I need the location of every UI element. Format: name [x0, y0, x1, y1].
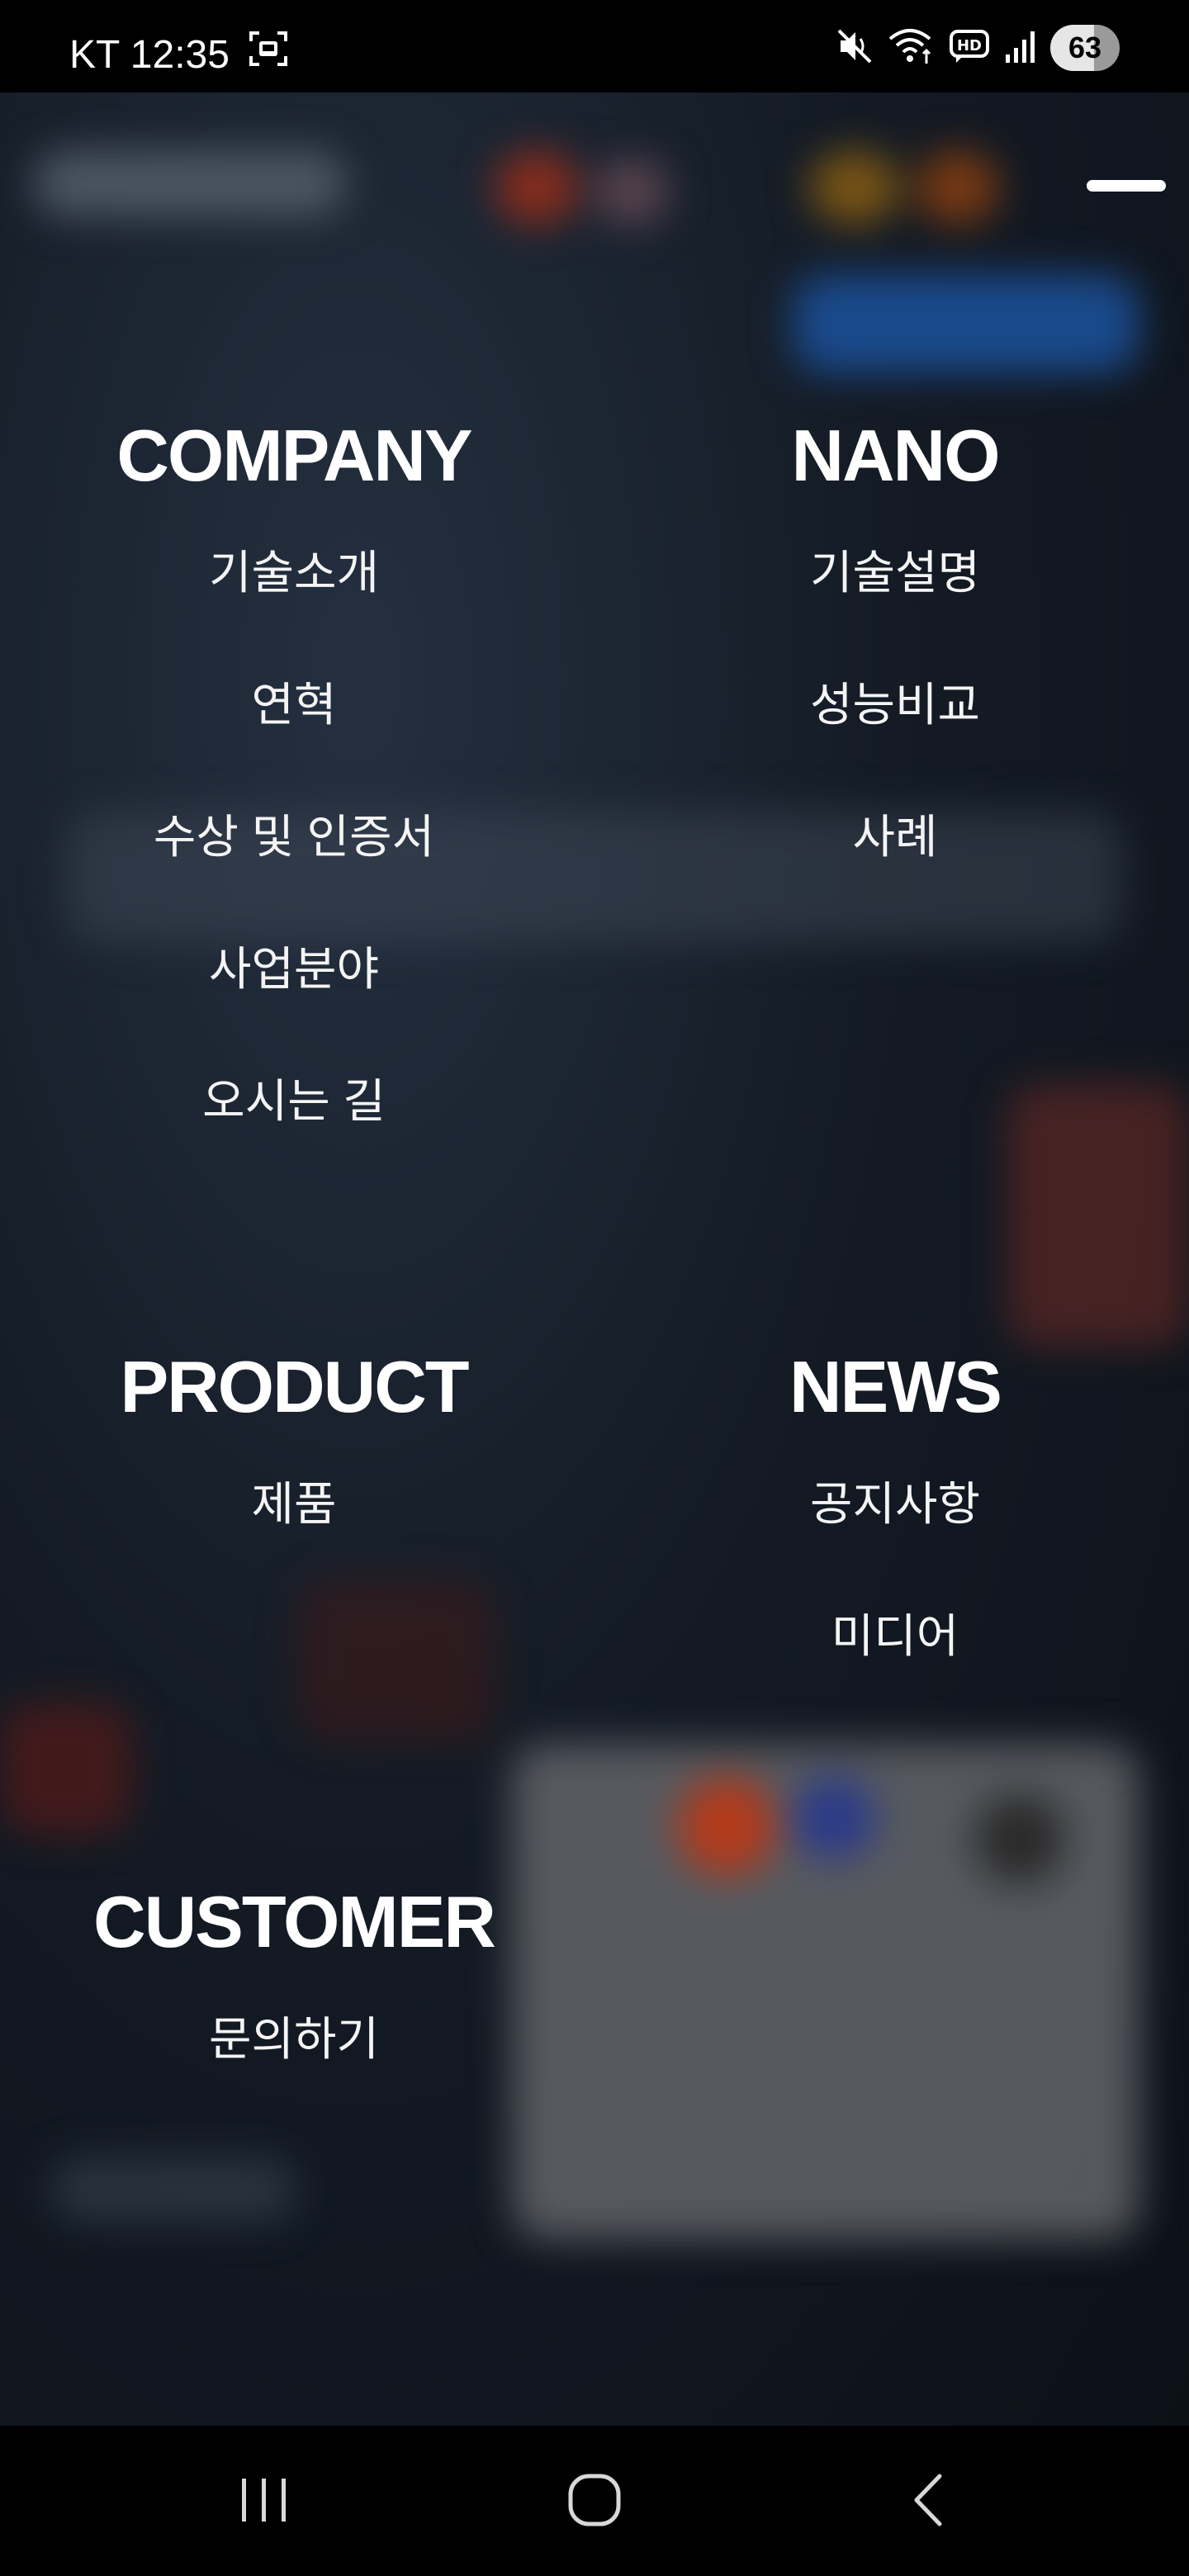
- menu-section-product: PRODUCT 제품: [46, 1346, 542, 1608]
- menu-item[interactable]: 미디어: [647, 1608, 1143, 1740]
- section-title[interactable]: COMPANY: [46, 414, 542, 497]
- menu-section-news: NEWS 공지사항 미디어: [647, 1346, 1143, 1740]
- signal-icon: [1004, 28, 1037, 69]
- menu-section-customer: CUSTOMER 문의하기: [46, 1881, 542, 2143]
- menu-list: 기술소개 연혁 수상 및 인증서 사업분야 오시는 길: [46, 545, 542, 1205]
- navigation-bar: [0, 2426, 1189, 2576]
- menu-item[interactable]: 공지사항: [647, 1476, 1143, 1608]
- menu-list: 문의하기: [46, 2011, 542, 2143]
- recent-apps-icon[interactable]: [223, 2467, 306, 2533]
- menu-item[interactable]: 수상 및 인증서: [46, 809, 542, 941]
- status-left: KT 12:35: [69, 30, 289, 80]
- section-title[interactable]: PRODUCT: [46, 1346, 542, 1428]
- back-icon[interactable]: [888, 2467, 971, 2533]
- menu-item[interactable]: 문의하기: [46, 2011, 542, 2143]
- menu-list: 기술설명 성능비교 사례: [647, 545, 1143, 941]
- home-icon[interactable]: [553, 2467, 636, 2533]
- menu-close-icon[interactable]: [1087, 180, 1166, 192]
- section-title[interactable]: NANO: [647, 414, 1143, 497]
- battery-icon: 63: [1050, 25, 1120, 71]
- svg-text:HD: HD: [957, 37, 982, 54]
- wifi-icon: [887, 26, 936, 71]
- status-bar: KT 12:35 HD 63: [0, 0, 1189, 92]
- menu-item[interactable]: 제품: [46, 1476, 542, 1608]
- menu-section-nano: NANO 기술설명 성능비교 사례: [647, 414, 1143, 941]
- menu-item[interactable]: 기술소개: [46, 545, 542, 677]
- section-title[interactable]: NEWS: [647, 1346, 1143, 1428]
- carrier-time: KT 12:35: [69, 32, 230, 77]
- menu-item[interactable]: 기술설명: [647, 545, 1143, 677]
- menu-item[interactable]: 오시는 길: [46, 1073, 542, 1205]
- hd-voice-icon: HD: [950, 28, 991, 69]
- menu-list: 제품: [46, 1476, 542, 1608]
- screenshot-icon: [248, 30, 289, 80]
- mute-icon: [836, 27, 874, 69]
- menu-overlay: COMPANY 기술소개 연혁 수상 및 인증서 사업분야 오시는 길 NANO…: [0, 92, 1189, 2426]
- menu-item[interactable]: 성능비교: [647, 677, 1143, 809]
- menu-item[interactable]: 사업분야: [46, 941, 542, 1073]
- status-right: HD 63: [836, 25, 1120, 71]
- section-title[interactable]: CUSTOMER: [46, 1881, 542, 1963]
- menu-item[interactable]: 사례: [647, 809, 1143, 941]
- menu-list: 공지사항 미디어: [647, 1476, 1143, 1740]
- menu-section-company: COMPANY 기술소개 연혁 수상 및 인증서 사업분야 오시는 길: [46, 414, 542, 1205]
- menu-item[interactable]: 연혁: [46, 677, 542, 809]
